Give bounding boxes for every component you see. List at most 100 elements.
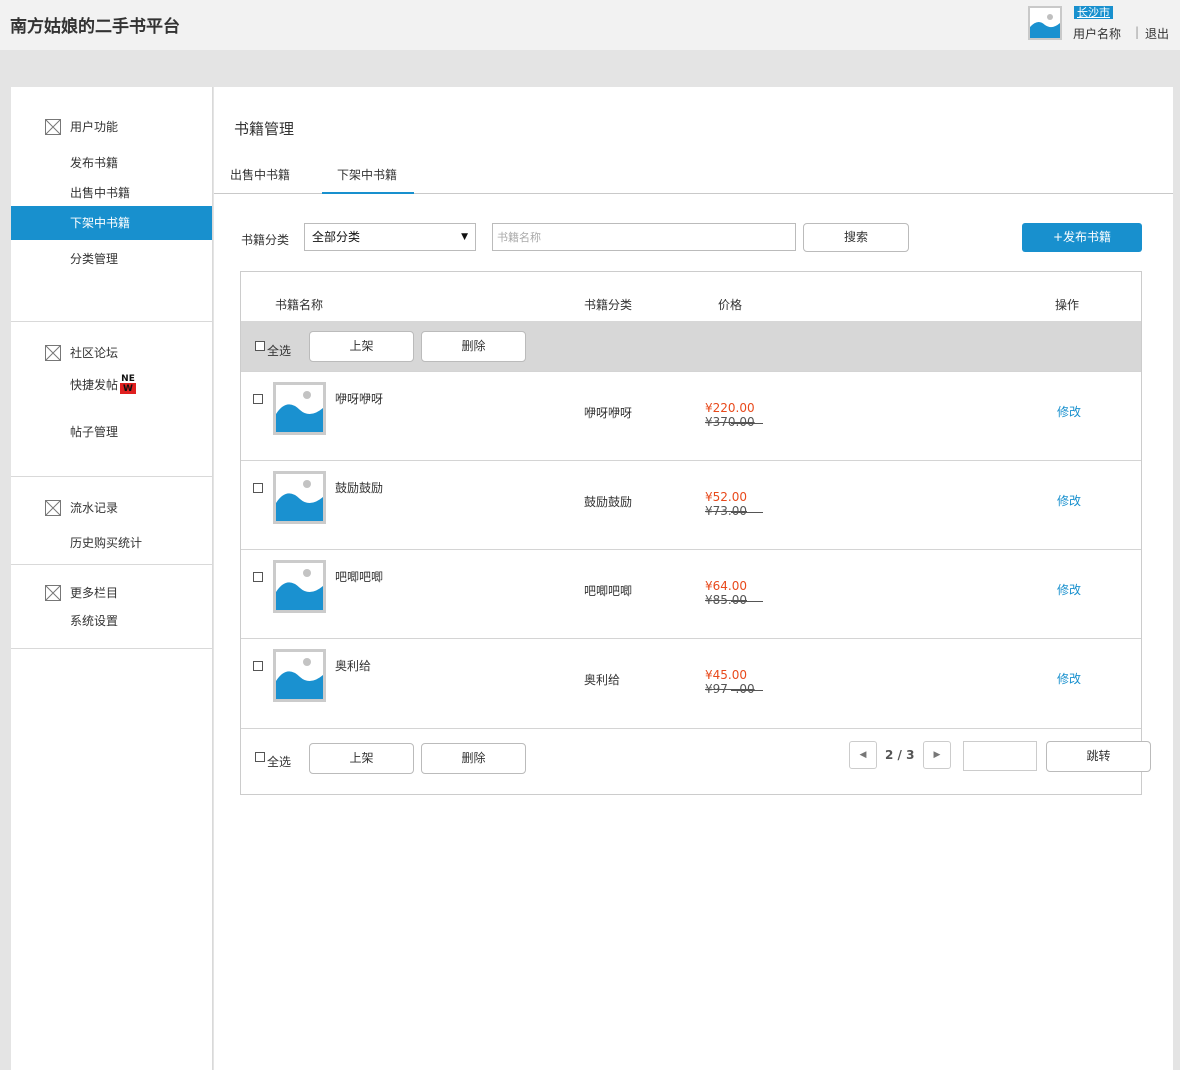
sidebar-divider (11, 648, 212, 649)
row-checkbox[interactable] (253, 572, 263, 582)
row-checkbox[interactable] (253, 661, 263, 671)
sidebar-item-purchase-stats[interactable]: 历史购买统计 (11, 526, 212, 560)
next-page-button[interactable]: ▶ (923, 741, 951, 769)
book-thumbnail-image-icon (273, 560, 326, 613)
table-row: 奥利给 奥利给 ¥45.00 ¥97 .00 修改 (241, 638, 1141, 728)
book-name: 奥利给 (335, 659, 372, 673)
sidebar-section-records: 流水记录 (45, 499, 118, 516)
top-header: 南方姑娘的二手书平台 长沙市 用户名称 | 退出 (0, 0, 1180, 50)
strikethrough-line (731, 423, 763, 424)
sidebar-item-books-on-sale[interactable]: 出售中书籍 (11, 176, 212, 210)
strikethrough-line (731, 690, 763, 691)
active-tab-indicator (322, 192, 414, 194)
book-name: 吧唧吧唧 (335, 570, 384, 584)
edit-link[interactable]: 修改 (1057, 403, 1081, 420)
main-panel: 书籍管理 出售中书籍 下架中书籍 书籍分类 全部分类 ▼ 搜索 +发布书籍 书籍… (214, 87, 1173, 1070)
book-category: 奥利给 (584, 673, 621, 687)
sidebar-section-title: 社区论坛 (70, 346, 119, 360)
app-title: 南方姑娘的二手书平台 (10, 17, 180, 37)
column-header-name: 书籍名称 (275, 298, 324, 312)
jump-button[interactable]: 跳转 (1046, 741, 1151, 772)
delete-button-bottom[interactable]: 删除 (421, 743, 526, 774)
user-name: 用户名称 (1073, 27, 1122, 41)
logout-link[interactable]: 退出 (1145, 25, 1169, 42)
sidebar-divider (11, 564, 212, 565)
category-filter-label: 书籍分类 (241, 233, 290, 247)
books-table: 书籍名称 书籍分类 价格 操作 全选 上架 删除 咿呀咿呀 咿呀咿呀 ¥220.… (240, 271, 1151, 795)
book-thumbnail-image-icon (273, 649, 326, 702)
publish-book-button[interactable]: +发布书籍 (1022, 223, 1142, 252)
book-price: ¥220.00 (705, 401, 755, 415)
table-footer: 全选 上架 删除 ◀ 2 / 3 ▶ 跳转 (241, 728, 1151, 794)
book-price: ¥45.00 (705, 668, 747, 682)
sidebar-item-label: 快捷发帖 (70, 378, 119, 392)
sidebar-section-user: 用户功能 (45, 118, 118, 135)
sidebar-item-post-manage[interactable]: 帖子管理 (11, 415, 212, 449)
sidebar-section-title: 更多栏目 (70, 586, 119, 600)
placeholder-x-icon (45, 344, 61, 361)
sidebar-divider (11, 321, 212, 322)
page-number-input[interactable] (963, 741, 1037, 771)
category-select[interactable]: 全部分类 ▼ (304, 223, 476, 251)
placeholder-x-icon (45, 584, 61, 601)
sidebar-section-title: 流水记录 (70, 501, 119, 515)
strikethrough-line (731, 512, 763, 513)
sidebar-section-forum: 社区论坛 (45, 344, 118, 361)
city-badge[interactable]: 长沙市 (1074, 6, 1113, 19)
book-category: 咿呀咿呀 (584, 406, 633, 420)
book-name-search-input[interactable] (492, 223, 796, 251)
header-separator: | (1135, 25, 1140, 39)
book-category: 吧唧吧唧 (584, 584, 633, 598)
sidebar: 用户功能 发布书籍 出售中书籍 下架中书籍 分类管理 社区论坛 快捷发帖 NEW … (11, 87, 213, 1070)
book-thumbnail-image-icon (273, 471, 326, 524)
table-row: 吧唧吧唧 吧唧吧唧 ¥64.00 ¥85.00 修改 (241, 549, 1141, 638)
placeholder-x-icon (45, 499, 61, 516)
select-all-label: 全选 (267, 755, 292, 769)
new-badge: NEW (120, 373, 137, 394)
sidebar-item-category-manage[interactable]: 分类管理 (11, 242, 212, 276)
edit-link[interactable]: 修改 (1057, 670, 1081, 687)
user-avatar-image-icon[interactable] (1028, 6, 1062, 40)
table-row: 鼓励鼓励 鼓励鼓励 ¥52.00 ¥73.00 修改 (241, 460, 1141, 549)
sidebar-section-title: 用户功能 (70, 120, 119, 134)
select-all-checkbox-bottom[interactable] (255, 752, 265, 762)
dropdown-caret-icon: ▼ (461, 232, 468, 242)
sidebar-section-more: 更多栏目 (45, 584, 118, 601)
book-name: 鼓励鼓励 (335, 481, 384, 495)
category-select-value: 全部分类 (312, 230, 361, 244)
row-checkbox[interactable] (253, 394, 263, 404)
delete-button[interactable]: 删除 (421, 331, 526, 362)
edit-link[interactable]: 修改 (1057, 581, 1081, 598)
strikethrough-line (731, 601, 763, 602)
book-name: 咿呀咿呀 (335, 392, 384, 406)
prev-page-button[interactable]: ◀ (849, 741, 877, 769)
book-price: ¥64.00 (705, 579, 747, 593)
table-row: 咿呀咿呀 咿呀咿呀 ¥220.00 ¥370.00 修改 (241, 371, 1141, 460)
sidebar-item-books-delisted[interactable]: 下架中书籍 (11, 206, 212, 240)
search-button[interactable]: 搜索 (803, 223, 909, 252)
page-title: 书籍管理 (234, 120, 295, 138)
select-all-label: 全选 (267, 344, 292, 358)
placeholder-x-icon (45, 118, 61, 135)
bulk-action-bar: 全选 上架 删除 (241, 321, 1141, 371)
row-checkbox[interactable] (253, 483, 263, 493)
caret-left-icon: ◀ (859, 750, 867, 760)
shelve-button[interactable]: 上架 (309, 331, 414, 362)
column-header-action: 操作 (1055, 298, 1080, 312)
caret-right-icon: ▶ (933, 750, 941, 760)
sidebar-divider (11, 476, 212, 477)
select-all-checkbox[interactable] (255, 341, 265, 351)
column-header-category: 书籍分类 (584, 298, 633, 312)
page-indicator: 2 / 3 (885, 748, 915, 762)
tab-books-on-sale[interactable]: 出售中书籍 (230, 166, 290, 183)
column-header-price: 价格 (718, 298, 743, 312)
book-price: ¥52.00 (705, 490, 747, 504)
shelve-button-bottom[interactable]: 上架 (309, 743, 414, 774)
book-category: 鼓励鼓励 (584, 495, 633, 509)
tab-books-delisted[interactable]: 下架中书籍 (337, 166, 397, 183)
sidebar-item-quick-post[interactable]: 快捷发帖 NEW (11, 368, 212, 402)
book-thumbnail-image-icon (273, 382, 326, 435)
sidebar-item-publish-book[interactable]: 发布书籍 (11, 146, 212, 180)
sidebar-item-system-settings[interactable]: 系统设置 (11, 604, 212, 638)
edit-link[interactable]: 修改 (1057, 492, 1081, 509)
